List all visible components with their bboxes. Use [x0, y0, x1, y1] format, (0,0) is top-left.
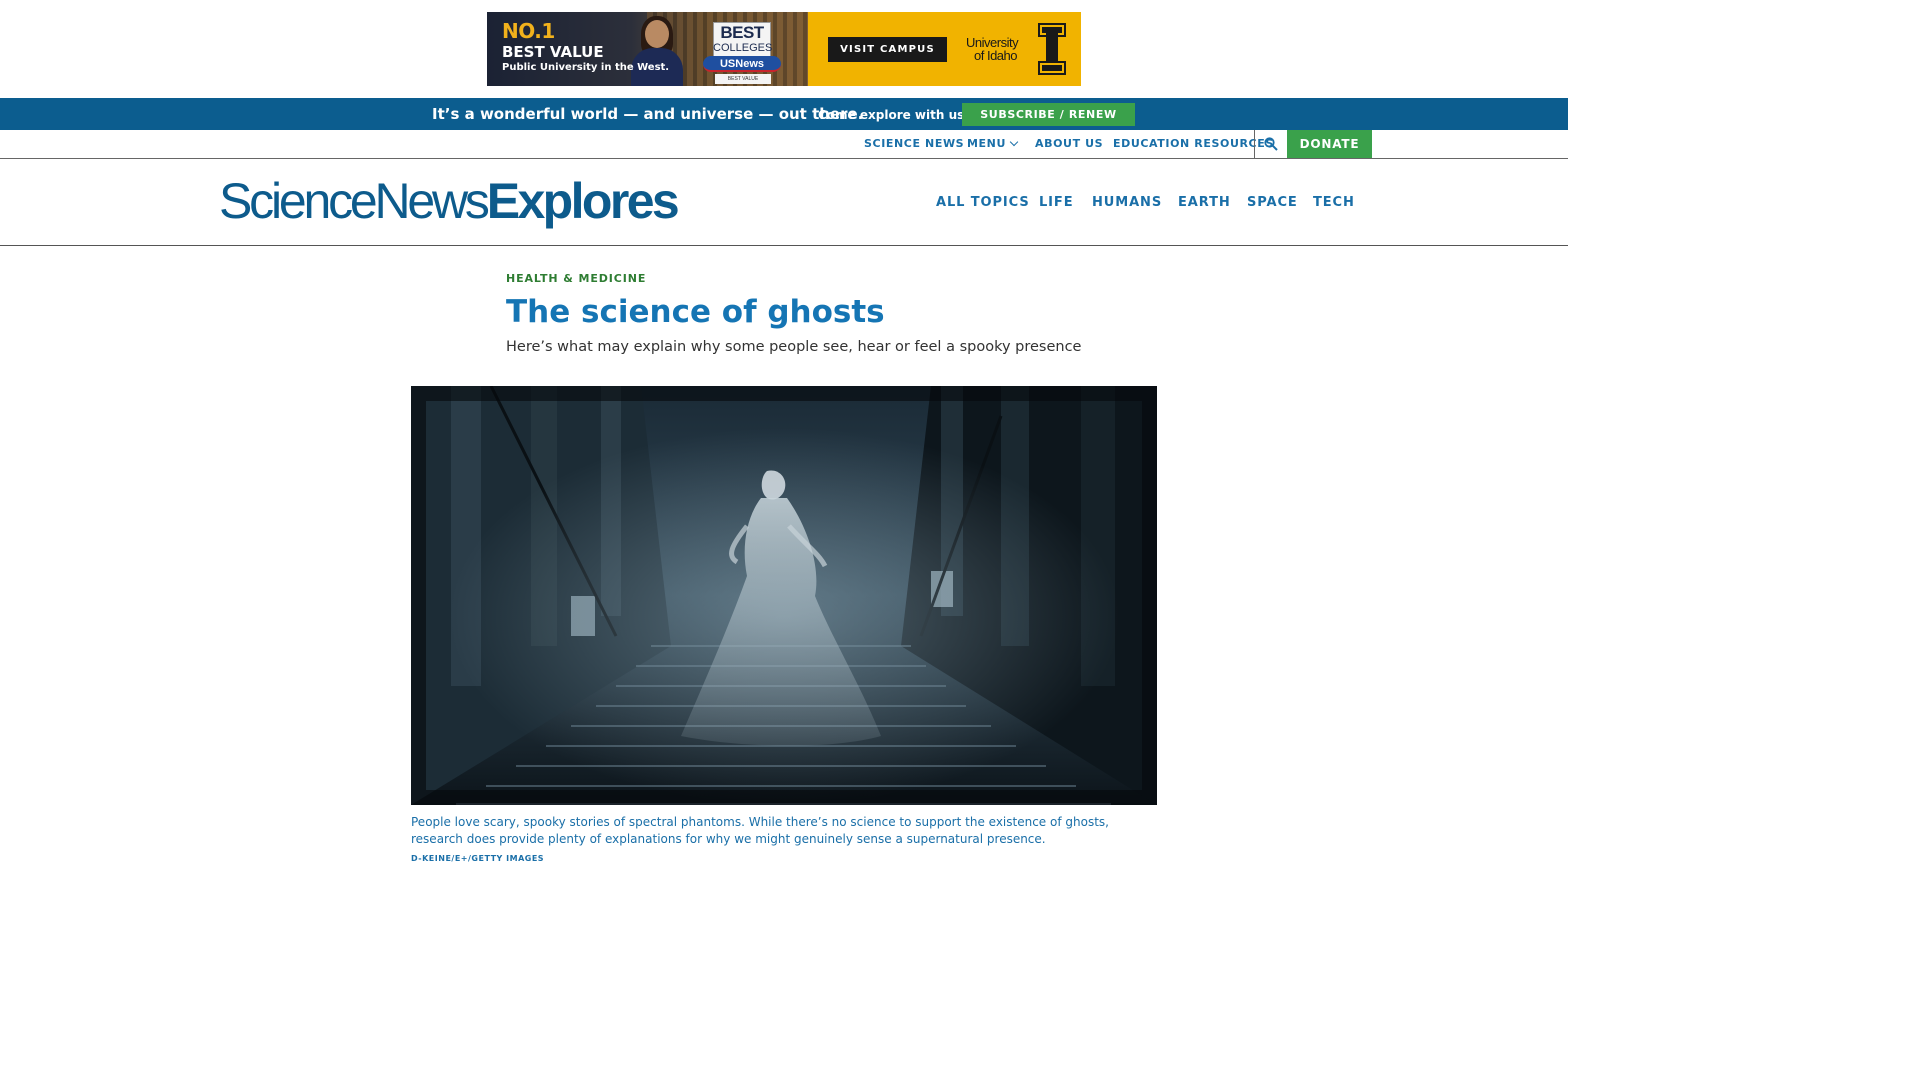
image-caption: People love scary, spooky stories of spe…: [411, 815, 1109, 846]
image-credit: D-KEINE/E+/GETTY IMAGES: [411, 854, 545, 863]
nav-all-topics[interactable]: ALL TOPICS: [936, 193, 1030, 213]
badge-footer-text: BEST VALUE SCHOOLS: [715, 74, 771, 84]
site-logo[interactable]: ScienceNewsExplores: [219, 173, 680, 229]
nav-tech[interactable]: TECH: [1313, 193, 1355, 213]
ad-photo-panel: NO.1 BEST VALUE Public University in the…: [487, 12, 808, 86]
hero-image: [411, 386, 1157, 805]
badge-usnews-text: USNews: [703, 56, 781, 72]
visit-campus-button[interactable]: VISIT CAMPUS: [828, 37, 947, 62]
main-header: ScienceNewsExplores ALL TOPICS LIFE HUMA…: [0, 159, 1568, 246]
search-button[interactable]: [1254, 130, 1287, 158]
article-dek: Here’s what may explain why some people …: [506, 339, 1082, 355]
logo-sciencenews: ScienceNews: [219, 173, 490, 229]
nav-humans[interactable]: HUMANS: [1092, 193, 1162, 213]
logo-explores: Explores: [486, 173, 680, 229]
badge-colleges-text: COLLEGES: [713, 42, 773, 54]
ad-student-photo: [627, 16, 685, 86]
donate-button[interactable]: DONATE: [1287, 130, 1372, 158]
article-title: The science of ghosts: [506, 294, 885, 330]
ad-best-value-text: BEST VALUE: [502, 43, 604, 61]
nav-life[interactable]: LIFE: [1039, 193, 1073, 213]
university-logo-text: University of Idaho: [966, 35, 1019, 63]
badge-best-text: BEST: [720, 23, 764, 42]
util-nav-education-resources[interactable]: EDUCATION RESOURCES: [1113, 130, 1274, 158]
chevron-down-icon: [1009, 137, 1019, 147]
util-nav-about-us[interactable]: ABOUT US: [1035, 130, 1103, 158]
promo-tagline: It’s a wonderful world — and universe — …: [432, 105, 864, 123]
search-icon: [1264, 137, 1278, 151]
ad-no1-text: NO.1: [502, 19, 555, 43]
idaho-i-logo-icon: [1038, 23, 1066, 75]
ad-subline-text: Public University in the West.: [502, 62, 670, 73]
menu-label: MENU: [967, 137, 1006, 150]
article-category[interactable]: HEALTH & MEDICINE: [506, 271, 646, 287]
utility-nav: SCIENCE NEWS MENU ABOUT US EDUCATION RES…: [0, 130, 1568, 159]
promo-explore-text: Come explore with us!: [818, 108, 970, 122]
promo-bar: It’s a wonderful world — and universe — …: [0, 98, 1568, 144]
top-ad-area: NO.1 BEST VALUE Public University in the…: [0, 0, 1568, 98]
nav-earth[interactable]: EARTH: [1178, 193, 1231, 213]
ad-cta-panel: VISIT CAMPUS University of Idaho: [808, 12, 1081, 86]
util-nav-science-news[interactable]: SCIENCE NEWS: [864, 130, 964, 158]
best-colleges-badge: BEST COLLEGES USNews BEST VALUE SCHOOLS: [703, 22, 781, 84]
util-nav-menu[interactable]: MENU: [967, 130, 1019, 158]
university-ad-banner[interactable]: NO.1 BEST VALUE Public University in the…: [487, 12, 1081, 86]
subscribe-renew-button[interactable]: SUBSCRIBE / RENEW NOW: [962, 103, 1135, 144]
nav-space[interactable]: SPACE: [1247, 193, 1298, 213]
